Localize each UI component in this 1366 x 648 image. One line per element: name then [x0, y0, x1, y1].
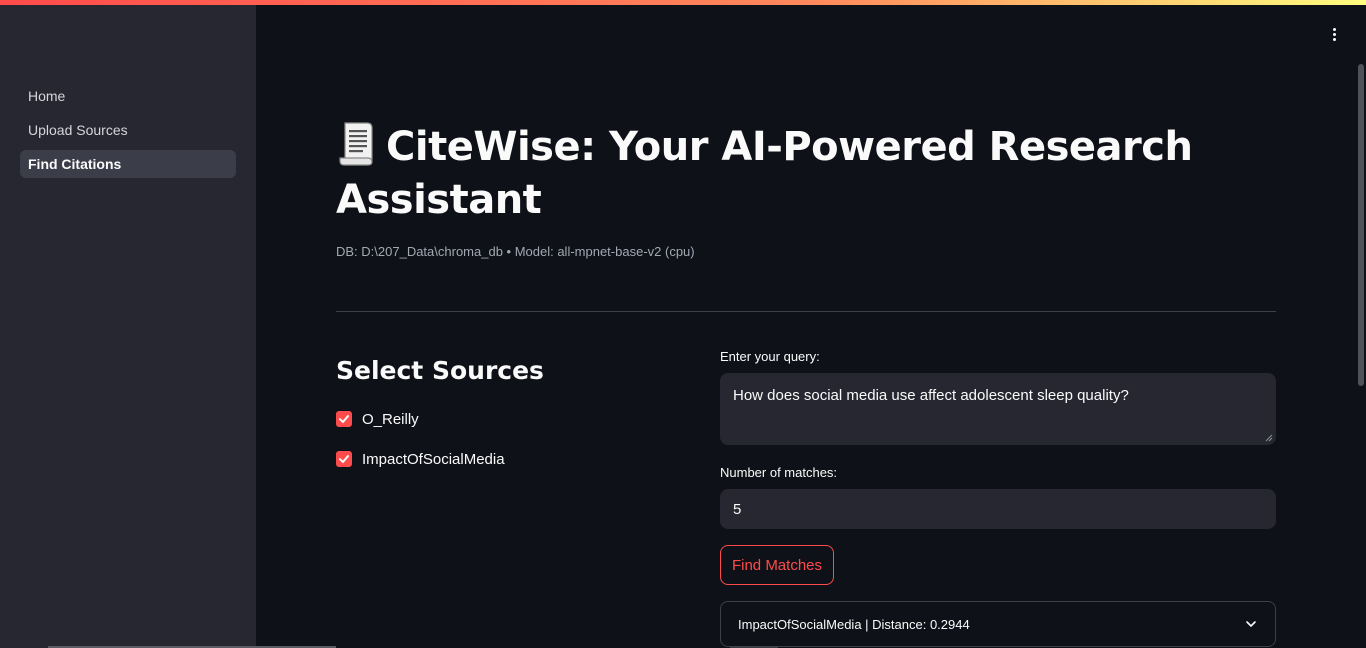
- title-line-2: Assistant: [336, 177, 542, 223]
- checkbox-checked-icon[interactable]: [336, 411, 352, 427]
- resize-handle-icon[interactable]: [1265, 434, 1273, 442]
- vertical-scrollbar-thumb[interactable]: [1358, 64, 1364, 386]
- matches-label: Number of matches:: [720, 465, 838, 480]
- checkbox-label: O_Reilly: [362, 410, 419, 428]
- chevron-down-icon: [1246, 621, 1256, 627]
- db-model-caption: DB: D:\207_Data\chroma_db • Model: all-m…: [336, 244, 695, 259]
- query-label: Enter your query:: [720, 349, 820, 364]
- result-summary: ImpactOfSocialMedia | Distance: 0.2944: [738, 616, 970, 632]
- query-value: How does social media use affect adolesc…: [733, 387, 1129, 404]
- number-of-matches-input[interactable]: 5: [720, 489, 1276, 529]
- sidebar-nav: Home Upload Sources Find Citations: [20, 82, 236, 184]
- sidebar-item-label: Upload Sources: [28, 122, 128, 138]
- sidebar-item-label: Home: [28, 88, 66, 104]
- divider: [336, 311, 1276, 312]
- top-decoration-bar: [0, 0, 1366, 5]
- result-expander[interactable]: ImpactOfSocialMedia | Distance: 0.2944: [720, 601, 1276, 647]
- find-matches-button[interactable]: Find Matches: [720, 545, 834, 585]
- title-line-1: CiteWise: Your AI-Powered Research: [386, 124, 1193, 170]
- select-sources-heading: Select Sources: [336, 356, 544, 385]
- sidebar: Home Upload Sources Find Citations: [0, 0, 256, 648]
- matches-value: 5: [733, 500, 742, 518]
- sidebar-item-home[interactable]: Home: [20, 82, 236, 110]
- kebab-menu-icon: [1332, 27, 1336, 31]
- sidebar-item-upload-sources[interactable]: Upload Sources: [20, 116, 236, 144]
- query-textarea[interactable]: How does social media use affect adolesc…: [720, 373, 1276, 445]
- kebab-dot: [1332, 37, 1336, 41]
- source-checkbox-impact-of-social-media[interactable]: ImpactOfSocialMedia: [336, 449, 505, 469]
- sidebar-item-label: Find Citations: [28, 156, 122, 172]
- page-with-curl-icon: [339, 122, 373, 166]
- checkbox-label: ImpactOfSocialMedia: [362, 450, 505, 468]
- page-title: CiteWise: Your AI-Powered Research Assis…: [336, 120, 1276, 227]
- kebab-dot: [1332, 32, 1336, 36]
- checkbox-checked-icon[interactable]: [336, 451, 352, 467]
- source-checkbox-o-reilly[interactable]: O_Reilly: [336, 409, 419, 429]
- sidebar-item-find-citations[interactable]: Find Citations: [20, 150, 236, 178]
- main-menu-button[interactable]: [1324, 24, 1344, 44]
